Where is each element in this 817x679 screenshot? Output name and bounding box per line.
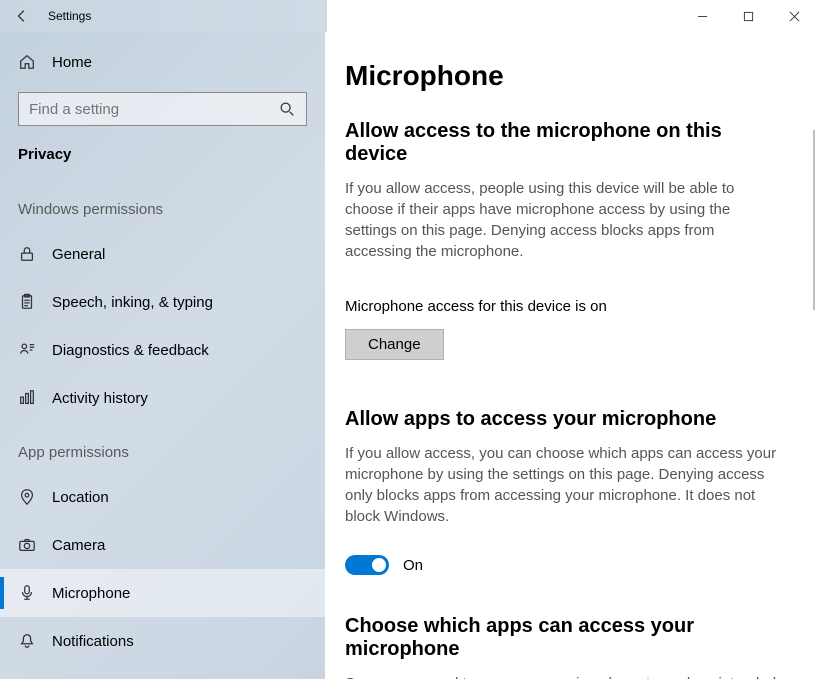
page-title: Microphone	[345, 60, 789, 92]
search-icon	[278, 100, 296, 118]
nav-label: Microphone	[52, 585, 130, 602]
nav-microphone[interactable]: Microphone	[0, 569, 325, 617]
nav-camera[interactable]: Camera	[0, 521, 325, 569]
group-windows-permissions: Windows permissions	[0, 179, 325, 230]
nav-notifications[interactable]: Notifications	[0, 617, 325, 665]
device-access-status: Microphone access for this device is on	[345, 298, 789, 315]
back-button[interactable]	[0, 0, 44, 32]
camera-icon	[18, 536, 36, 554]
lock-icon	[18, 245, 36, 263]
desc-app-access: If you allow access, you can choose whic…	[345, 443, 785, 527]
home-icon	[18, 53, 36, 71]
nav-label: Speech, inking, & typing	[52, 294, 213, 311]
nav-diagnostics[interactable]: Diagnostics & feedback	[0, 326, 325, 374]
section-heading: Privacy	[0, 140, 325, 179]
scrollbar[interactable]	[813, 130, 815, 310]
group-app-permissions: App permissions	[0, 422, 325, 473]
heading-device-access: Allow access to the microphone on this d…	[345, 120, 789, 166]
window-title: Settings	[44, 9, 91, 23]
nav-label: Camera	[52, 537, 105, 554]
minimize-button[interactable]	[679, 0, 725, 32]
change-button[interactable]: Change	[345, 329, 444, 360]
bell-icon	[18, 632, 36, 650]
heading-app-access: Allow apps to access your microphone	[345, 408, 789, 431]
titlebar: Settings	[0, 0, 817, 32]
close-icon	[789, 11, 800, 22]
location-icon	[18, 488, 36, 506]
nav-activity[interactable]: Activity history	[0, 374, 325, 422]
main-panel: Microphone Allow access to the microphon…	[325, 32, 817, 679]
home-button[interactable]: Home	[0, 42, 325, 82]
home-label: Home	[52, 54, 92, 71]
desc-choose-apps: Some apps need to access your microphone…	[345, 673, 785, 679]
app-access-toggle-row: On	[345, 555, 789, 575]
search-box[interactable]	[18, 92, 307, 126]
nav-location[interactable]: Location	[0, 473, 325, 521]
history-icon	[18, 389, 36, 407]
arrow-left-icon	[15, 9, 29, 23]
nav-label: General	[52, 246, 105, 263]
heading-choose-apps: Choose which apps can access your microp…	[345, 615, 789, 661]
nav-label: Location	[52, 489, 109, 506]
maximize-icon	[743, 11, 754, 22]
maximize-button[interactable]	[725, 0, 771, 32]
close-button[interactable]	[771, 0, 817, 32]
app-access-toggle[interactable]	[345, 555, 389, 575]
search-input[interactable]	[29, 101, 278, 118]
nav-label: Notifications	[52, 633, 134, 650]
feedback-icon	[18, 341, 36, 359]
minimize-icon	[697, 11, 708, 22]
nav-label: Activity history	[52, 390, 148, 407]
nav-label: Diagnostics & feedback	[52, 342, 209, 359]
desc-device-access: If you allow access, people using this d…	[345, 178, 785, 262]
nav-general[interactable]: General	[0, 230, 325, 278]
nav-speech[interactable]: Speech, inking, & typing	[0, 278, 325, 326]
sidebar: Home Privacy Windows permissions General…	[0, 32, 325, 679]
toggle-label: On	[403, 557, 423, 574]
microphone-icon	[18, 584, 36, 602]
clipboard-icon	[18, 293, 36, 311]
